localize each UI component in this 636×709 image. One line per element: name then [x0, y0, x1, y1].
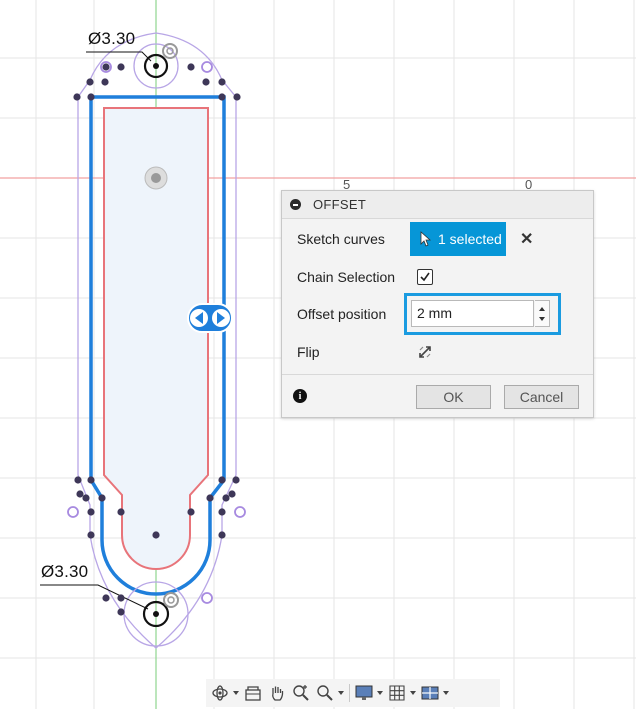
orbit-button[interactable] — [210, 683, 239, 703]
top-diameter-dimension[interactable]: Ø3.30 — [88, 29, 135, 49]
flip-row: Flip — [282, 341, 593, 363]
toolbar-separator — [349, 684, 350, 702]
cancel-button[interactable]: Cancel — [504, 385, 579, 409]
sketch-curves-row: Sketch curves 1 selected ✕ — [282, 222, 593, 256]
offset-position-highlight: 2 mm — [404, 293, 561, 335]
sketch-curves-value: 1 selected — [438, 231, 502, 247]
ok-button[interactable]: OK — [416, 385, 491, 409]
offset-direction-handle[interactable] — [187, 303, 233, 333]
grid-icon — [389, 685, 405, 701]
flip-label: Flip — [297, 344, 320, 360]
top-dimension-leader — [86, 51, 152, 62]
viewports-icon — [421, 686, 439, 700]
look-at-icon — [245, 686, 261, 701]
grid-settings-button[interactable] — [387, 683, 416, 703]
pan-button[interactable] — [267, 683, 287, 703]
offset-position-input[interactable]: 2 mm — [411, 300, 534, 327]
clear-selection-icon[interactable]: ✕ — [520, 229, 533, 249]
sketch-curves-selection-button[interactable]: 1 selected — [410, 222, 506, 256]
collapse-icon[interactable] — [290, 199, 301, 210]
flip-icon[interactable] — [417, 344, 433, 360]
dialog-title: OFFSET — [313, 197, 367, 212]
checkmark-icon — [420, 272, 430, 282]
top-concentric-marker — [162, 43, 178, 59]
bottom-diameter-dimension[interactable]: Ø3.30 — [41, 562, 88, 582]
spin-down-icon[interactable] — [539, 317, 545, 321]
orbit-icon — [212, 685, 228, 701]
zoom-button[interactable] — [291, 683, 311, 703]
viewports-button[interactable] — [420, 683, 449, 703]
display-settings-button[interactable] — [354, 683, 383, 703]
navigation-toolbar — [206, 679, 500, 707]
dialog-header: OFFSET — [282, 191, 593, 219]
offset-position-spinner[interactable] — [535, 300, 550, 327]
cursor-icon — [420, 231, 432, 247]
look-at-button[interactable] — [243, 683, 263, 703]
display-settings-icon — [355, 685, 373, 700]
offset-dialog: OFFSET Sketch curves 1 selected ✕ Chain … — [281, 190, 594, 418]
chain-selection-row: Chain Selection — [282, 266, 593, 288]
chain-selection-label: Chain Selection — [297, 269, 396, 285]
chain-selection-checkbox[interactable] — [417, 269, 433, 285]
bottom-concentric-marker — [163, 592, 179, 608]
zoom-icon — [293, 685, 309, 701]
dialog-footer: i OK Cancel — [282, 374, 593, 418]
info-icon[interactable]: i — [293, 389, 307, 403]
spin-up-icon[interactable] — [539, 307, 545, 311]
offset-position-row: Offset position 2 mm — [282, 293, 593, 335]
pan-icon — [272, 686, 284, 701]
offset-position-label: Offset position — [297, 306, 387, 322]
sketch-curves-label: Sketch curves — [297, 231, 385, 247]
zoom-window-icon — [317, 685, 333, 701]
zoom-window-button[interactable] — [315, 683, 344, 703]
